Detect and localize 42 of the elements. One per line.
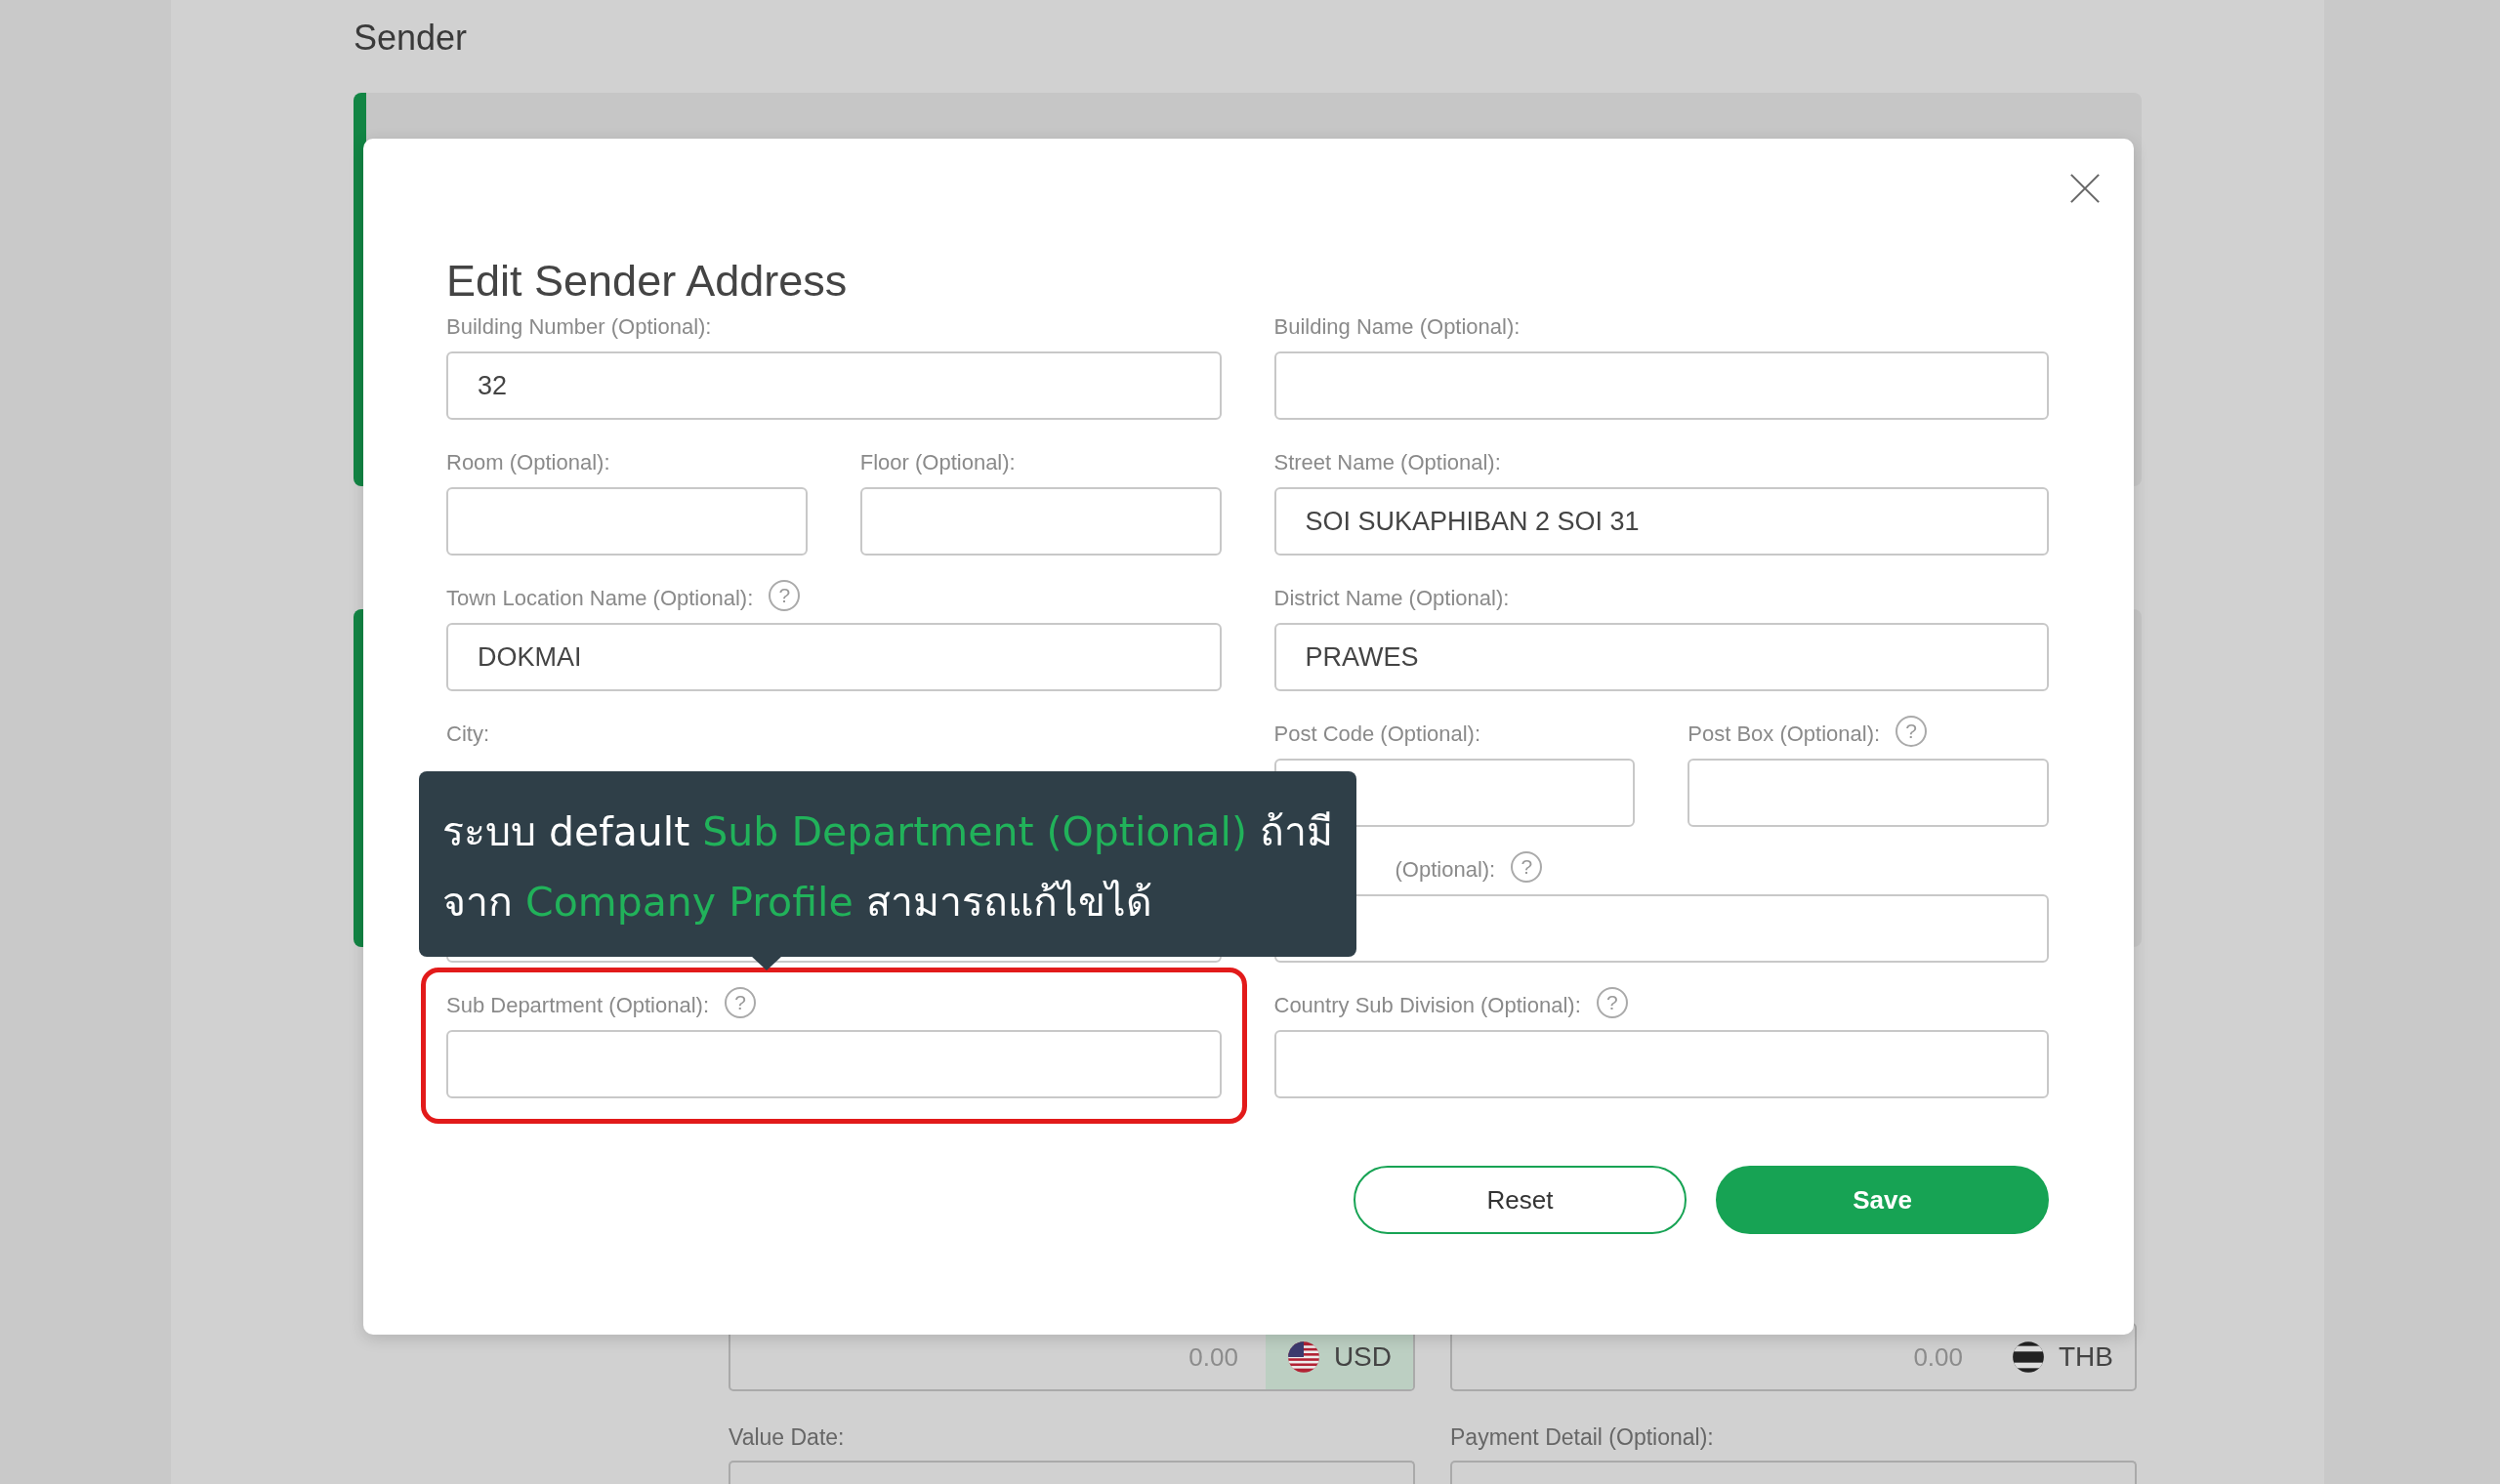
reset-button[interactable]: Reset	[1354, 1166, 1687, 1234]
field-label: Town Location Name (Optional):	[446, 586, 754, 611]
field-label: City:	[446, 721, 489, 747]
input-field[interactable]: DOKMAI	[446, 623, 1222, 691]
input-field[interactable]: PRAWES	[1273, 623, 2049, 691]
field-label: District Name (Optional):	[1273, 586, 1510, 611]
input-field[interactable]	[1273, 1030, 2049, 1098]
close-icon[interactable]	[2069, 173, 2101, 204]
dialog-title: Edit Sender Address	[446, 255, 849, 308]
field-label: Value Date:	[729, 1424, 846, 1451]
field-label: Floor (Optional):	[859, 450, 1016, 475]
input-value: 32	[478, 370, 508, 401]
field-label: (Optional):	[1395, 857, 1496, 883]
currency-selector[interactable]: THB	[1990, 1325, 2135, 1389]
currency-code: USD	[1333, 1341, 1392, 1373]
input-field[interactable]	[1273, 351, 2049, 420]
input-field[interactable]: SOI SUKAPHIBAN 2 SOI 31	[1273, 487, 2049, 556]
input-value: PRAWES	[1305, 641, 1419, 673]
save-button[interactable]: Save	[1716, 1166, 2049, 1234]
input-field[interactable]	[446, 487, 808, 556]
input-field[interactable]: 32	[446, 351, 1222, 420]
field-label: Post Box (Optional):	[1688, 721, 1881, 747]
field-label: Post Code (Optional):	[1273, 721, 1481, 747]
input-field[interactable]	[1688, 759, 2049, 827]
field-label: Country Sub Division (Optional):	[1273, 993, 1581, 1018]
flag-icon	[1286, 1340, 1320, 1374]
input-value: DOKMAI	[478, 641, 582, 673]
field-label: Street Name (Optional):	[1273, 450, 1501, 475]
input-value: SOI SUKAPHIBAN 2 SOI 31	[1305, 506, 1640, 537]
field-label: Payment Detail (Optional):	[1450, 1424, 1715, 1451]
field-label: Building Number (Optional):	[446, 314, 712, 340]
section-title: Sender	[354, 17, 469, 60]
input-field[interactable]	[859, 487, 1222, 556]
amount-value: 0.00	[1188, 1341, 1238, 1373]
field-label: Sub Department (Optional):	[446, 993, 710, 1018]
amount-value: 0.00	[1913, 1341, 1963, 1373]
field-label: Building Name (Optional):	[1273, 314, 1521, 340]
field-label: Room (Optional):	[446, 450, 610, 475]
currency-code: THB	[2059, 1341, 2113, 1373]
tooltip-text: ระบบ default Sub Department (Optional) ถ้ามี จาก Company Profile สามารถแก้ไขได้	[442, 807, 1333, 928]
input-field[interactable]	[446, 1030, 1222, 1098]
flag-icon	[2012, 1340, 2045, 1374]
